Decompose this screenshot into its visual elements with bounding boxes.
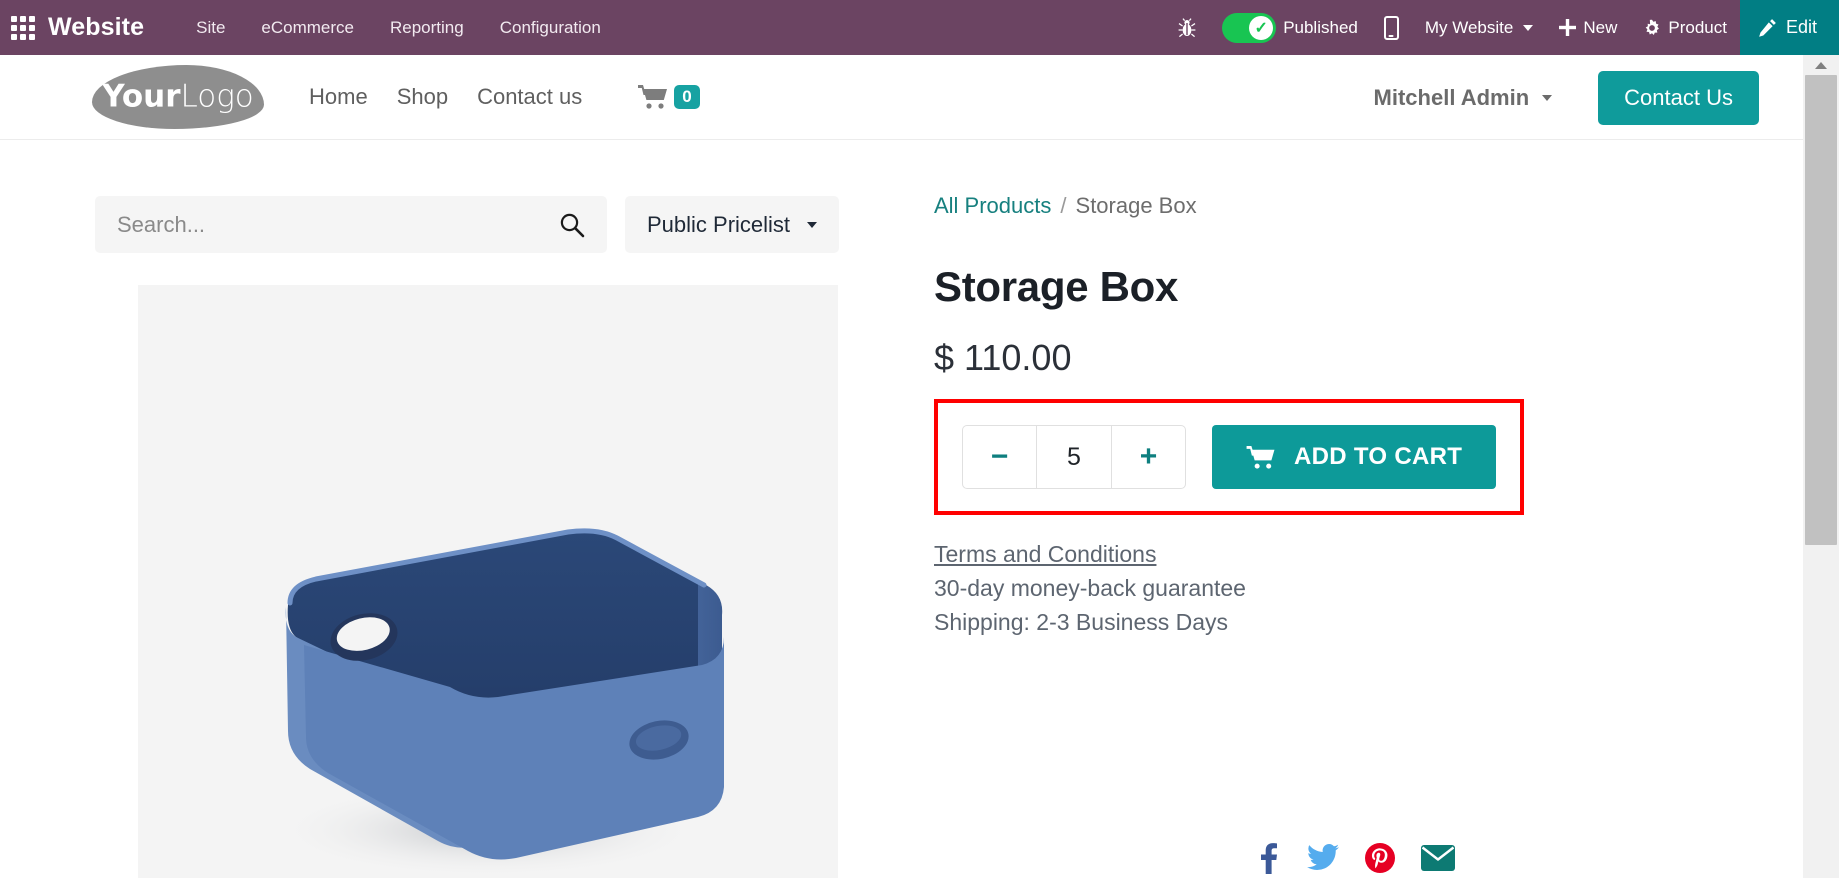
menu-site[interactable]: Site	[178, 18, 243, 38]
page-title: Storage Box	[934, 263, 1179, 310]
quantity-increase-button[interactable]: +	[1112, 425, 1186, 489]
page-scrollbar[interactable]	[1803, 55, 1839, 878]
email-icon[interactable]	[1421, 845, 1455, 871]
add-to-cart-label: ADD TO CART	[1294, 443, 1463, 470]
logo-text: YourLogo	[102, 78, 254, 114]
twitter-icon[interactable]	[1307, 844, 1339, 872]
product-detail-area: All Products / Storage Box Storage Box $…	[0, 193, 1803, 878]
gear-icon	[1646, 19, 1660, 35]
breadcrumb-all-products[interactable]: All Products	[934, 193, 1051, 219]
search-box[interactable]	[95, 196, 607, 253]
chevron-down-icon	[807, 221, 818, 228]
website-switcher[interactable]: My Website	[1412, 0, 1547, 55]
shopping-cart-icon	[638, 85, 668, 109]
publish-switch[interactable]: ✓	[1222, 12, 1277, 43]
mobile-preview-icon	[1383, 15, 1399, 40]
breadcrumb: All Products / Storage Box	[934, 193, 1694, 219]
social-share-row	[1255, 842, 1455, 874]
contact-us-button[interactable]: Contact Us	[1598, 70, 1759, 125]
site-logo[interactable]: YourLogo	[92, 65, 264, 129]
pencil-icon	[1759, 19, 1776, 37]
new-button[interactable]: New	[1546, 0, 1630, 55]
user-name-label: Mitchell Admin	[1373, 84, 1530, 110]
chevron-down-icon	[1542, 94, 1553, 101]
debug-menu[interactable]	[1165, 0, 1209, 55]
mobile-preview-button[interactable]	[1371, 0, 1412, 55]
storage-box-illustration	[138, 285, 838, 878]
site-navigation: Home Shop Contact us	[309, 84, 582, 110]
breadcrumb-current: Storage Box	[1075, 193, 1197, 218]
product-menu-button[interactable]: Product	[1630, 0, 1740, 55]
publish-label: Published	[1283, 17, 1358, 37]
header-right-group: Mitchell Admin Contact Us	[1374, 55, 1803, 140]
logo-text-light: Logo	[180, 78, 254, 115]
shipping-text: Shipping: 2-3 Business Days	[934, 609, 1229, 635]
new-label: New	[1583, 17, 1618, 37]
pricelist-selected-label: Public Pricelist	[647, 211, 791, 237]
scroll-up-arrow[interactable]	[1803, 55, 1839, 75]
edit-label: Edit	[1785, 17, 1817, 37]
nav-item-shop[interactable]: Shop	[397, 84, 448, 110]
cart-count-badge: 0	[674, 85, 700, 109]
chevron-down-icon	[1523, 24, 1534, 31]
pricelist-selector[interactable]: Public Pricelist	[625, 196, 840, 253]
edit-button[interactable]: Edit	[1739, 0, 1839, 55]
product-label: Product	[1668, 17, 1727, 37]
quantity-decrease-button[interactable]: −	[962, 425, 1036, 489]
breadcrumb-separator: /	[1060, 193, 1067, 218]
menu-reporting[interactable]: Reporting	[372, 18, 482, 38]
product-image[interactable]	[138, 285, 838, 878]
logo-text-bold: Your	[102, 78, 181, 115]
check-icon: ✓	[1249, 15, 1274, 40]
quantity-stepper: − 5 +	[962, 425, 1186, 489]
quantity-input[interactable]: 5	[1036, 425, 1112, 489]
shopping-cart-icon	[1246, 445, 1275, 469]
bug-icon	[1178, 17, 1196, 37]
publish-toggle[interactable]: ✓ Published	[1209, 0, 1371, 55]
terms-and-conditions-link[interactable]: Terms and Conditions	[934, 541, 1156, 568]
menu-ecommerce[interactable]: eCommerce	[243, 18, 372, 38]
systray-right-group: ✓ Published My Website New Product Edit	[1165, 0, 1839, 55]
search-input[interactable]	[117, 211, 559, 238]
add-to-cart-highlight-region: − 5 + ADD TO CART	[934, 399, 1525, 515]
scrollbar-thumb[interactable]	[1805, 75, 1837, 545]
plus-icon	[1559, 19, 1577, 36]
website-switcher-label: My Website	[1424, 17, 1514, 37]
pinterest-icon[interactable]	[1365, 843, 1395, 873]
odoo-systray-bar: Website Site eCommerce Reporting Configu…	[0, 0, 1839, 55]
add-to-cart-button[interactable]: ADD TO CART	[1212, 425, 1497, 489]
magnifier-icon[interactable]	[559, 212, 585, 238]
nav-item-contact-us[interactable]: Contact us	[477, 84, 582, 110]
menu-configuration[interactable]: Configuration	[482, 18, 619, 38]
app-name-website[interactable]: Website	[48, 13, 144, 42]
website-header: YourLogo Home Shop Contact us 0 Mitchell…	[0, 55, 1803, 140]
cart-link[interactable]: 0	[638, 84, 700, 110]
guarantee-text: 30-day money-back guarantee	[934, 575, 1246, 601]
product-price: $ 110.00	[934, 337, 1072, 378]
apps-grid-icon[interactable]	[11, 15, 35, 40]
page-body: Public Pricelist	[0, 193, 1803, 878]
product-info-panel: All Products / Storage Box Storage Box $…	[934, 193, 1694, 878]
nav-item-home[interactable]: Home	[309, 84, 368, 110]
facebook-icon[interactable]	[1255, 842, 1281, 874]
user-menu[interactable]: Mitchell Admin	[1374, 85, 1553, 111]
